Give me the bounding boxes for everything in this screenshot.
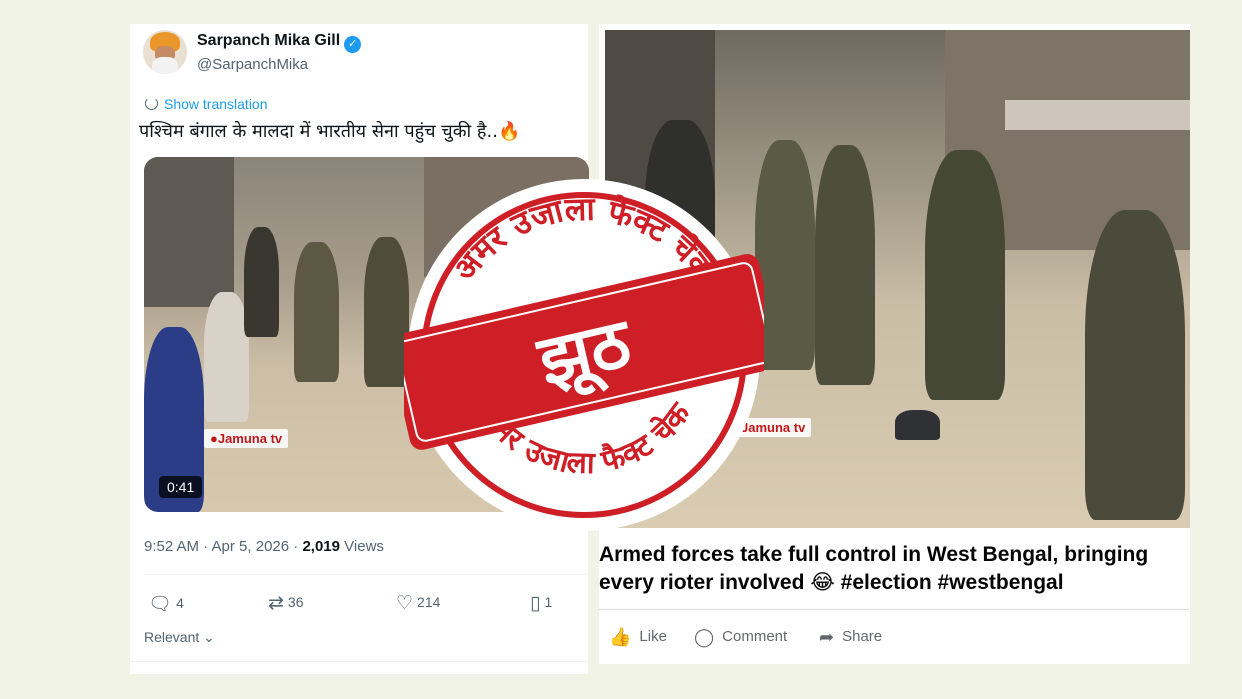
caption-line-1: Armed forces take full control in West B… bbox=[599, 543, 1149, 566]
like-icon: ♡ bbox=[396, 593, 414, 614]
fb-comment-label: Comment bbox=[722, 628, 788, 645]
scene-figure bbox=[364, 237, 409, 387]
tweet-meta: 9:52 AM · Apr 5, 2026 · 2,019 Views bbox=[144, 538, 384, 555]
scene-figure bbox=[925, 150, 1005, 400]
reply-button[interactable]: 🗨 4 bbox=[148, 592, 184, 616]
show-translation-link[interactable]: Show translation bbox=[145, 96, 268, 112]
divider bbox=[144, 574, 588, 575]
divider bbox=[130, 661, 588, 662]
fb-comment-button[interactable]: ◯ Comment bbox=[694, 627, 787, 648]
scene-figure bbox=[815, 145, 875, 385]
video-duration-badge: 0:41 bbox=[159, 476, 203, 498]
show-translation-label[interactable]: Show translation bbox=[164, 96, 268, 112]
bookmark-count: 1 bbox=[544, 594, 553, 610]
avatar[interactable] bbox=[143, 30, 187, 74]
repost-icon: ⇄ bbox=[268, 593, 284, 614]
like-count: 214 bbox=[417, 594, 441, 610]
author-handle[interactable]: @SarpanchMika bbox=[197, 56, 308, 73]
tweet-text-body: पश्चिम बंगाल के मालदा में भारतीय सेना पह… bbox=[139, 121, 498, 142]
fb-like-label: Like bbox=[639, 628, 667, 645]
scene-figure bbox=[204, 292, 249, 422]
sort-label: Relevant bbox=[144, 629, 200, 645]
bookmark-icon: ▯ bbox=[530, 593, 541, 614]
scene-figure bbox=[244, 227, 279, 337]
fb-share-label: Share bbox=[842, 628, 883, 645]
fb-share-button[interactable]: ➦ Share bbox=[819, 627, 882, 648]
repost-button[interactable]: ⇄ 36 bbox=[268, 592, 304, 615]
reply-count: 4 bbox=[176, 595, 184, 611]
views-count: 2,019 bbox=[302, 538, 340, 555]
share-icon: ➦ bbox=[819, 627, 835, 647]
tweet-text: पश्चिम बंगाल के मालदा में भारतीय सेना पह… bbox=[139, 119, 520, 143]
scene-figure bbox=[294, 242, 339, 382]
translate-icon bbox=[145, 97, 158, 110]
fact-check-stamp: अमर उजाला फैक्ट चेक अमर उजाला फैक्ट चेक … bbox=[404, 179, 764, 531]
scene-figure bbox=[1085, 210, 1185, 520]
fb-like-button[interactable]: 👍 Like bbox=[609, 627, 667, 648]
repost-count: 36 bbox=[287, 594, 304, 610]
like-button[interactable]: ♡ 214 bbox=[396, 592, 440, 615]
fire-emoji: 🔥 bbox=[497, 121, 521, 142]
scene-shack bbox=[144, 157, 234, 307]
video-channel-watermark: ●Jamuna tv bbox=[204, 429, 289, 448]
scene-awning bbox=[1005, 100, 1190, 130]
sort-dropdown[interactable]: Relevant ⌄ bbox=[144, 629, 215, 646]
thumbs-up-icon: 👍 bbox=[609, 627, 632, 647]
chevron-down-icon: ⌄ bbox=[199, 629, 215, 645]
tweet-timestamp[interactable]: 9:52 AM · Apr 5, 2026 · bbox=[144, 538, 302, 555]
reply-icon: 🗨 bbox=[148, 594, 173, 615]
author-name[interactable]: Sarpanch Mika Gill ✓ bbox=[197, 32, 362, 53]
comment-icon: ◯ bbox=[694, 627, 715, 647]
verified-badge-icon: ✓ bbox=[344, 36, 362, 53]
bookmark-button[interactable]: ▯ 1 bbox=[530, 592, 552, 615]
scene-bag bbox=[895, 410, 940, 440]
author-name-text[interactable]: Sarpanch Mika Gill bbox=[197, 32, 340, 49]
scene-figure bbox=[755, 140, 815, 370]
facebook-caption: Armed forces take full control in West B… bbox=[599, 541, 1189, 597]
views-label: Views bbox=[344, 538, 384, 555]
divider bbox=[599, 609, 1189, 610]
caption-line-2: every rioter involved 😂 #election #westb… bbox=[599, 571, 1064, 594]
avatar-beard bbox=[152, 57, 178, 74]
